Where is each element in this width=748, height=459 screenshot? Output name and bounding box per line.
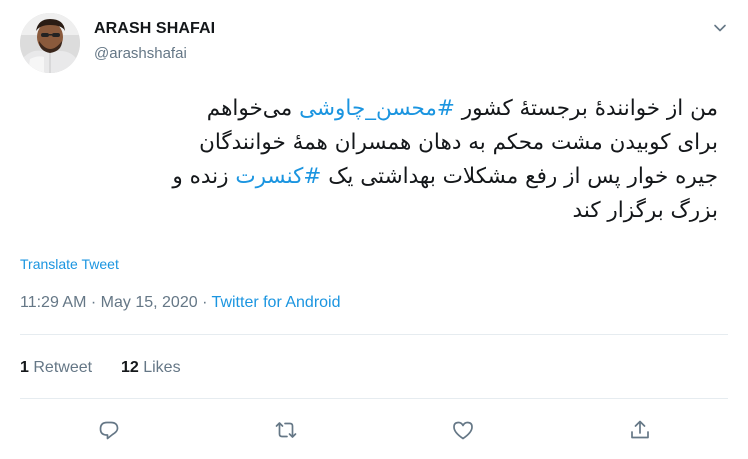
- hashtag-link[interactable]: #کنسرت: [235, 164, 321, 189]
- tweet-time[interactable]: 11:29 AM: [20, 294, 86, 311]
- tweet-date[interactable]: May 15, 2020: [101, 294, 198, 311]
- chevron-down-icon: [714, 24, 726, 32]
- divider: [20, 398, 728, 399]
- retweet-icon: [275, 422, 297, 438]
- user-handle[interactable]: @arashshafai: [94, 45, 187, 62]
- heart-icon: [453, 421, 473, 440]
- retweet-label: Retweet: [33, 359, 93, 376]
- reply-button[interactable]: [95, 416, 123, 444]
- divider: [20, 334, 728, 335]
- like-button[interactable]: [449, 416, 477, 444]
- tweet-text-segment: جیره خوار پس از رفع مشکلات بهداشتی یک: [321, 164, 718, 189]
- tweet-text-line: من از خوانندهٔ برجستهٔ کشور #محسن_چاوشی …: [20, 92, 718, 126]
- tweet-text-segment: بزرگ برگزار کند: [572, 198, 718, 223]
- tweet-text-segment: برای کوبیدن مشت محکم به دهان همسران همهٔ…: [199, 130, 718, 155]
- tweet-actions: [0, 416, 748, 444]
- retweet-count-link[interactable]: 1 Retweet: [20, 359, 92, 376]
- share-icon: [631, 420, 649, 439]
- retweet-count: 1: [20, 359, 29, 376]
- reply-icon: [99, 421, 119, 440]
- avatar-photo: [20, 13, 80, 73]
- tweet-card: ARASH SHAFAI @arashshafai من از خوانندهٔ…: [0, 0, 748, 459]
- tweet-text-line: بزرگ برگزار کند: [20, 194, 718, 228]
- hashtag-link[interactable]: #محسن_چاوشی: [299, 96, 455, 121]
- display-name[interactable]: ARASH SHAFAI: [94, 20, 215, 38]
- translate-tweet-link[interactable]: Translate Tweet: [20, 256, 119, 272]
- tweet-text-segment: من از خوانندهٔ برجستهٔ کشور: [454, 96, 718, 121]
- like-count-link[interactable]: 12 Likes: [121, 359, 181, 376]
- like-count: 12: [120, 359, 139, 376]
- tweet-text: من از خوانندهٔ برجستهٔ کشور #محسن_چاوشی …: [20, 92, 718, 228]
- retweet-button[interactable]: [272, 416, 300, 444]
- tweet-text-line: جیره خوار پس از رفع مشکلات بهداشتی یک #ک…: [20, 160, 718, 194]
- meta-separator: ·: [202, 294, 208, 311]
- tweet-text-segment: می‌خواهم: [206, 96, 300, 121]
- avatar[interactable]: [20, 13, 80, 73]
- tweet-text-line: برای کوبیدن مشت محکم به دهان همسران همهٔ…: [20, 126, 718, 160]
- share-button[interactable]: [626, 416, 654, 444]
- tweet-menu-button[interactable]: [708, 16, 732, 40]
- like-label: Likes: [143, 359, 181, 376]
- tweet-source-link[interactable]: Twitter for Android: [212, 294, 341, 311]
- tweet-text-segment: زنده و: [172, 164, 236, 189]
- meta-separator: ·: [90, 294, 97, 311]
- tweet-stats: 1 Retweet 12 Likes: [20, 359, 181, 377]
- tweet-meta: 11:29 AM · May 15, 2020 · Twitter for An…: [20, 294, 341, 312]
